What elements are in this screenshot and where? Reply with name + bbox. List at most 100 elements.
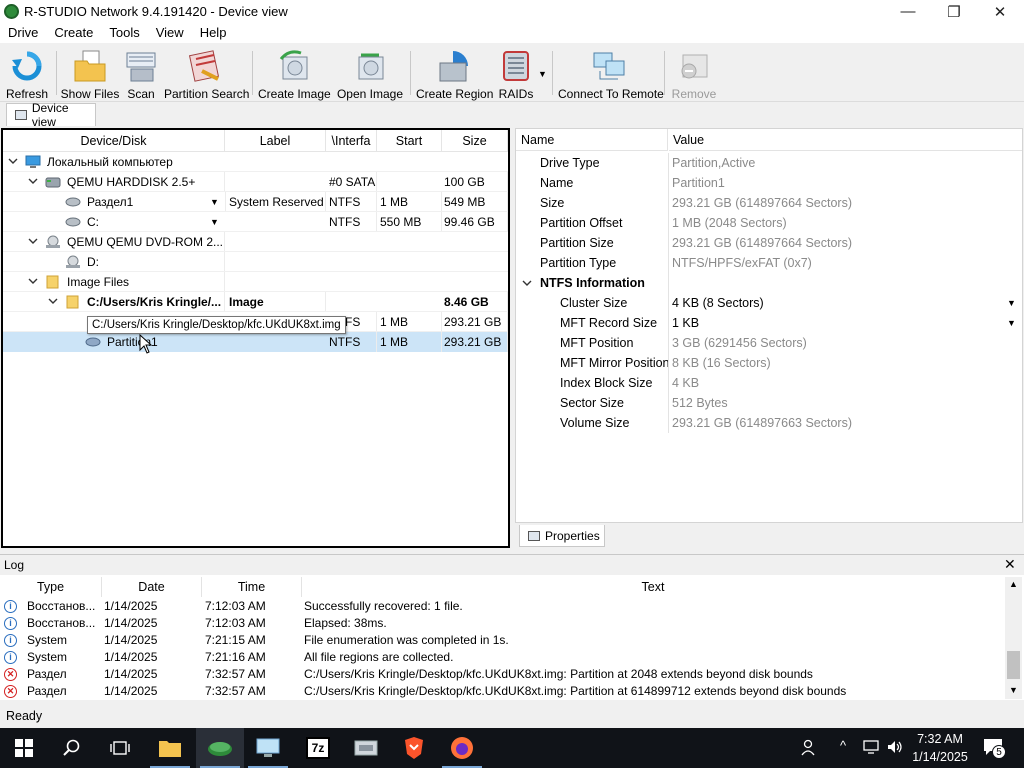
app-icon (4, 4, 19, 19)
log-header-time[interactable]: Time (202, 577, 302, 597)
device-interface: #0 SATA (329, 172, 377, 192)
property-row[interactable]: Name Partition1 (516, 173, 1022, 193)
system-clock[interactable]: 7:32 AM 1/14/2025 (900, 730, 980, 766)
taskbar-firefox[interactable] (438, 728, 486, 768)
taskbar-disk-utility[interactable] (342, 728, 390, 768)
column-header-value[interactable]: Value (669, 129, 1022, 151)
property-row[interactable]: MFT Position 3 GB (6291456 Sectors) (516, 333, 1022, 353)
open-image-button[interactable]: Open Image (336, 43, 404, 101)
show-files-button[interactable]: Show Files (60, 43, 120, 101)
chevron-down-icon[interactable] (28, 176, 38, 186)
tree-row-image-files[interactable]: Image Files (3, 272, 508, 292)
network-icon[interactable] (862, 739, 880, 758)
chevron-down-icon[interactable] (8, 156, 18, 166)
chevron-down-icon[interactable] (48, 296, 58, 306)
taskbar-file-explorer[interactable] (146, 728, 194, 768)
property-row[interactable]: Size 293.21 GB (614897664 Sectors) (516, 193, 1022, 213)
dropdown-arrow-icon[interactable]: ▼ (1007, 293, 1016, 313)
log-type: System (27, 650, 68, 664)
log-scrollbar[interactable]: ▲ ▼ (1005, 577, 1022, 699)
create-image-button[interactable]: Create Image (258, 43, 331, 101)
raids-dropdown-arrow-icon[interactable]: ▼ (538, 69, 547, 79)
taskbar-r-studio[interactable] (196, 728, 244, 768)
minimize-button[interactable]: — (885, 0, 931, 23)
remove-icon (677, 49, 711, 83)
property-row[interactable]: Cluster Size 4 KB (8 Sectors) ▼ (516, 293, 1022, 313)
scan-button[interactable]: Scan (122, 43, 160, 101)
partition-search-button[interactable]: Partition Search (164, 43, 249, 101)
start-button[interactable] (0, 728, 48, 768)
log-close-icon[interactable]: ✕ (1004, 556, 1016, 573)
menu-help[interactable]: Help (192, 23, 235, 43)
dropdown-arrow-icon[interactable]: ▼ (1007, 313, 1016, 333)
log-header-type[interactable]: Type (0, 577, 102, 597)
people-icon[interactable] (800, 738, 820, 761)
create-region-button[interactable]: Create Region (416, 43, 493, 101)
log-row[interactable]: i System 1/14/2025 7:21:15 AM File enumerati… (0, 632, 1004, 649)
dropdown-arrow-icon[interactable]: ▼ (210, 212, 219, 232)
scroll-up-icon[interactable]: ▲ (1009, 579, 1018, 589)
scroll-down-icon[interactable]: ▼ (1009, 685, 1018, 695)
column-header-start[interactable]: Start (377, 130, 442, 152)
log-header-text[interactable]: Text (302, 577, 1004, 597)
remove-button[interactable]: Remove (668, 43, 720, 101)
disk-utility-icon (354, 740, 378, 756)
log-row[interactable]: i Восстанов... 1/14/2025 7:12:03 AM Successf… (0, 598, 1004, 615)
property-row[interactable]: MFT Record Size 1 KB ▼ (516, 313, 1022, 333)
tree-row-local-computer[interactable]: Локальный компьютер (3, 152, 508, 172)
column-header-label[interactable]: Label (225, 130, 326, 152)
chevron-down-icon[interactable] (28, 276, 38, 286)
menu-drive[interactable]: Drive (0, 23, 46, 43)
chevron-down-icon[interactable] (28, 236, 38, 246)
property-row[interactable]: Drive Type Partition,Active (516, 153, 1022, 173)
menu-tools[interactable]: Tools (101, 23, 147, 43)
tree-row-harddisk[interactable]: QEMU HARDDISK 2.5+ #0 SATA 100 GB (3, 172, 508, 192)
menu-create[interactable]: Create (46, 23, 101, 43)
menu-view[interactable]: View (148, 23, 192, 43)
log-row[interactable]: i Восстанов... 1/14/2025 7:12:03 AM Elapsed:… (0, 615, 1004, 632)
column-header-name[interactable]: Name (516, 129, 668, 151)
property-row[interactable]: Partition Type NTFS/HPFS/exFAT (0x7) (516, 253, 1022, 273)
tree-row-drive-c[interactable]: C: ▼ NTFS 550 MB 99.46 GB (3, 212, 508, 232)
tree-row-image-file[interactable]: C:/Users/Kris Kringle/... Image 8.46 GB (3, 292, 508, 312)
column-header-size[interactable]: Size (442, 130, 508, 152)
notification-center-button[interactable]: 5 (982, 737, 1006, 760)
refresh-button[interactable]: Refresh (2, 43, 52, 101)
property-row[interactable]: Partition Offset 1 MB (2048 Sectors) (516, 213, 1022, 233)
property-group-ntfs[interactable]: NTFS Information (516, 273, 1022, 293)
connect-to-remote-button[interactable]: Connect To Remote (558, 43, 664, 101)
log-header-date[interactable]: Date (102, 577, 202, 597)
column-header-device[interactable]: Device/Disk (3, 130, 225, 152)
tree-row-partition1[interactable]: Partition1 NTFS 1 MB 293.21 GB (3, 332, 508, 352)
close-button[interactable]: ✕ (977, 0, 1023, 23)
device-name: D: (87, 252, 225, 272)
scrollbar-thumb[interactable] (1007, 651, 1020, 679)
search-button[interactable] (48, 728, 96, 768)
log-row[interactable]: ✕ Раздел 1/14/2025 7:32:57 AM C:/Users/Kris … (0, 666, 1004, 683)
task-view-button[interactable] (96, 728, 144, 768)
tab-properties[interactable]: Properties (519, 525, 605, 547)
property-row[interactable]: Volume Size 293.21 GB (614897663 Sectors) (516, 413, 1022, 433)
log-time: 7:12:03 AM (205, 599, 266, 613)
chevron-down-icon[interactable] (522, 278, 532, 288)
show-hidden-icons-chevron-icon[interactable]: ^ (840, 738, 846, 753)
tree-row-dvd-rom[interactable]: QEMU QEMU DVD-ROM 2.... (3, 232, 508, 252)
taskbar-7zip[interactable]: 7z (294, 728, 342, 768)
maximize-button[interactable]: ❐ (931, 0, 977, 23)
open-image-icon (353, 49, 387, 83)
column-header-interface[interactable]: \Interfa (326, 130, 377, 152)
tree-row-partition-reserved[interactable]: Раздел1 ▼ System Reserved NTFS 1 MB 549 … (3, 192, 508, 212)
dropdown-arrow-icon[interactable]: ▼ (210, 192, 219, 212)
taskbar-brave-browser[interactable] (390, 728, 438, 768)
raids-button[interactable]: RAIDs (496, 43, 536, 101)
tab-device-view[interactable]: Device view (6, 101, 96, 129)
property-row[interactable]: Sector Size 512 Bytes (516, 393, 1022, 413)
log-row[interactable]: ✕ Раздел 1/14/2025 7:32:57 AM C:/Users/Kris … (0, 683, 1004, 700)
taskbar-remote-app[interactable] (244, 728, 292, 768)
log-row[interactable]: i System 1/14/2025 7:21:16 AM All file regio… (0, 649, 1004, 666)
property-row[interactable]: MFT Mirror Position 8 KB (16 Sectors) (516, 353, 1022, 373)
property-row[interactable]: Partition Size 293.21 GB (614897664 Secto… (516, 233, 1022, 253)
property-name: Partition Offset (540, 216, 623, 230)
tree-row-drive-d[interactable]: D: (3, 252, 508, 272)
property-row[interactable]: Index Block Size 4 KB (516, 373, 1022, 393)
